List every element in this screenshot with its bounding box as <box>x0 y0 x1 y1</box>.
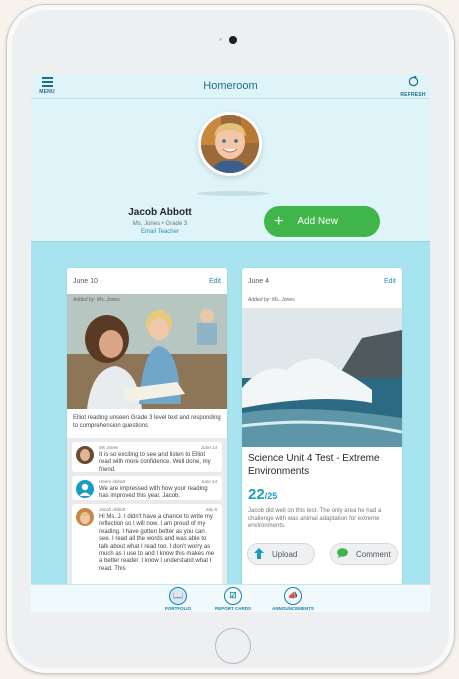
comment-label: Comment <box>356 549 391 559</box>
added-by: Added by: Ms. Jones <box>248 297 295 303</box>
test-score: 22/25 <box>248 486 277 503</box>
comment-author: Heeni Abbott <box>99 479 125 484</box>
test-title: Science Unit 4 Test - Extreme Environmen… <box>248 453 380 477</box>
refresh-button[interactable]: REFRESH <box>399 75 427 98</box>
score-total: /25 <box>264 491 278 501</box>
photo-caption: Elliot reading unseen Grade 3 level text… <box>73 415 221 429</box>
tab-label: ANNOUNCEMENTS <box>272 606 314 611</box>
reading-photo[interactable] <box>67 294 227 409</box>
score-value: 22 <box>248 486 265 503</box>
email-teacher-link[interactable]: Email Teacher <box>105 229 215 235</box>
edit-link[interactable]: Edit <box>209 278 221 285</box>
page-title: Homeroom <box>203 80 258 92</box>
student-header: Jacob Abbott Ms. Jones • Grade 3 Email T… <box>31 99 430 242</box>
card-date: June 10 <box>73 278 98 285</box>
add-new-button[interactable]: + Add New <box>264 206 380 237</box>
commenter-avatar <box>76 508 94 526</box>
book-icon: 📖 <box>169 587 187 605</box>
teacher-grade: Ms. Jones • Grade 3 <box>132 221 188 227</box>
comment-text: It is so exciting to see and listen to E… <box>99 452 211 473</box>
comment-author: Ms Jones <box>99 445 119 450</box>
comment-author: Jacob Abbott <box>99 507 126 512</box>
comment-item[interactable]: Ms Jones June 14 It is so exciting to se… <box>72 442 222 473</box>
comments-list: Ms Jones June 14 It is so exciting to se… <box>67 438 227 608</box>
comment-button[interactable]: Comment <box>330 543 398 565</box>
added-by: Added by: Ms. Jones <box>73 297 120 303</box>
comment-date: June 14 <box>200 445 217 450</box>
upload-arrow-icon <box>254 547 264 561</box>
tab-report-cards[interactable]: ☑ REPORT CARDS <box>203 587 263 611</box>
front-camera <box>229 36 237 44</box>
home-button[interactable] <box>215 628 251 664</box>
add-new-label: Add New <box>297 216 338 227</box>
avatar-shadow <box>197 191 269 196</box>
portfolio-card-reading[interactable]: June 10 Edit Added by: Ms. Jones Elliot … <box>67 268 227 608</box>
refresh-label: REFRESH <box>400 92 426 98</box>
sensor-dot <box>219 38 222 41</box>
top-nav-bar: MENU Homeroom REFRESH <box>31 74 430 99</box>
upload-button[interactable]: Upload <box>247 543 315 565</box>
default-user-icon <box>76 480 94 498</box>
plus-icon: + <box>274 212 284 230</box>
refresh-icon <box>399 75 427 90</box>
tab-label: PORTFOLIO <box>164 606 192 611</box>
student-name: Jacob Abbott <box>128 207 192 218</box>
student-avatar <box>201 115 259 173</box>
speech-bubble-icon <box>337 548 348 560</box>
bottom-tab-bar: 📖 PORTFOLIO ☑ REPORT CARDS 📣 ANNOUNCEMEN… <box>31 584 430 612</box>
student-avatar-ring[interactable] <box>198 112 262 176</box>
comment-text: Hi Ms. J. I didn't have a chance to writ… <box>99 514 215 572</box>
card-date: June 4 <box>248 278 270 285</box>
megaphone-icon: 📣 <box>284 587 302 605</box>
wave-photo[interactable] <box>242 308 402 447</box>
comment-item[interactable]: Heeni Abbott June 14 We are impressed wi… <box>72 476 222 500</box>
commenter-avatar <box>76 446 94 464</box>
edit-link[interactable]: Edit <box>384 278 396 285</box>
comment-date: June 14 <box>200 479 217 484</box>
upload-label: Upload <box>272 549 298 559</box>
comment-text: We are impressed with how your reading h… <box>99 486 208 500</box>
tab-portfolio[interactable]: 📖 PORTFOLIO <box>148 587 208 611</box>
tab-label: REPORT CARDS <box>214 606 251 611</box>
comment-date: July 8 <box>205 507 217 512</box>
tab-announcements[interactable]: 📣 ANNOUNCEMENTS <box>263 587 323 611</box>
test-description: Jacob did well on this test. The only ar… <box>248 508 382 530</box>
report-card-icon: ☑ <box>224 587 242 605</box>
app-screen: MENU Homeroom REFRESH Jacob Abbott Ms. J… <box>31 74 430 612</box>
portfolio-card-science-test[interactable]: June 4 Edit Added by: Ms. Jones Science … <box>242 268 402 608</box>
